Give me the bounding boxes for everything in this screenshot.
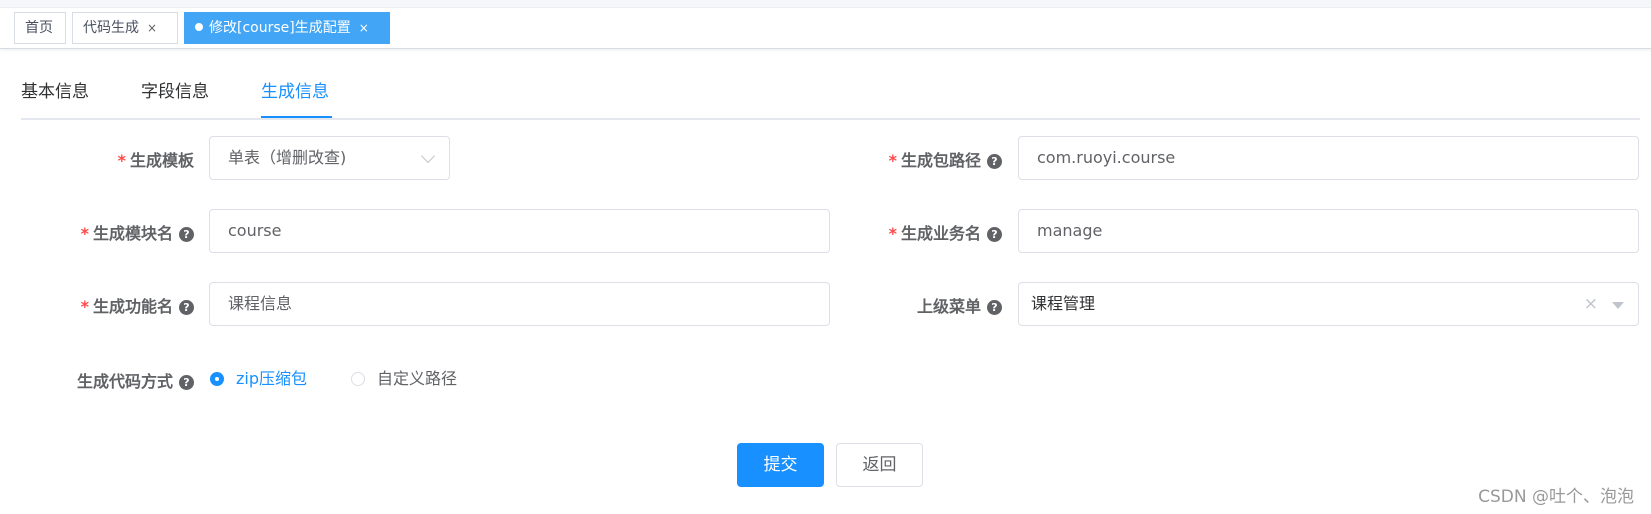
tabs-nav: 基本信息 字段信息 生成信息: [21, 72, 1640, 120]
question-circle-icon[interactable]: ?: [179, 300, 194, 315]
tab-active-indicator: [261, 116, 332, 118]
tab-gen-info[interactable]: 生成信息: [261, 72, 329, 118]
radio-checked-icon: [210, 372, 224, 386]
required-mark: *: [117, 151, 126, 170]
question-circle-icon[interactable]: ?: [987, 300, 1002, 315]
tag-code-gen[interactable]: 代码生成 ×: [72, 12, 178, 44]
parent-menu-value: 课程管理: [1031, 294, 1096, 313]
tag-edit-gen-config-label: 修改[course]生成配置: [209, 20, 351, 36]
tag-close-icon[interactable]: ×: [359, 21, 369, 35]
tab-field-info[interactable]: 字段信息: [141, 72, 209, 118]
tag-home-label: 首页: [25, 20, 53, 36]
back-button[interactable]: 返回: [836, 443, 923, 487]
gen-type-label: 生成代码方式?: [40, 368, 194, 392]
tags-view-bar: 首页 代码生成 × 修改[course]生成配置 ×: [0, 0, 1651, 49]
required-mark: *: [888, 151, 897, 170]
tag-code-gen-label: 代码生成: [83, 20, 139, 36]
radio-zip-label: zip压缩包: [236, 369, 308, 388]
radio-zip[interactable]: zip压缩包: [210, 367, 307, 391]
radio-unchecked-icon: [351, 372, 365, 386]
clear-icon[interactable]: ×: [1584, 283, 1598, 325]
module-name-input[interactable]: course: [209, 209, 830, 253]
question-circle-icon[interactable]: ?: [987, 227, 1002, 242]
radio-custom-path[interactable]: 自定义路径: [351, 367, 457, 391]
function-name-value: 课程信息: [228, 294, 293, 313]
tag-close-icon[interactable]: ×: [147, 21, 157, 35]
module-name-value: course: [228, 221, 282, 240]
tpl-category-label: * 生成模板: [117, 151, 194, 170]
business-name-value: manage: [1037, 221, 1103, 240]
question-circle-icon[interactable]: ?: [179, 227, 194, 242]
tag-home[interactable]: 首页: [14, 12, 66, 44]
required-mark: *: [80, 224, 89, 243]
parent-menu-label: 上级菜单?: [880, 293, 1002, 317]
parent-menu-treeselect[interactable]: 课程管理 ×: [1018, 282, 1639, 326]
active-dot-icon: [195, 23, 203, 31]
function-name-input[interactable]: 课程信息: [209, 282, 830, 326]
question-circle-icon[interactable]: ?: [179, 375, 194, 390]
function-name-label: * 生成功能名?: [40, 293, 194, 317]
package-name-label: * 生成包路径?: [860, 147, 1002, 171]
business-name-label: * 生成业务名?: [860, 220, 1002, 244]
tpl-category-select[interactable]: 单表（增删改查): [209, 136, 450, 180]
watermark-text: CSDN @吐个、泡泡: [1478, 487, 1634, 507]
tag-edit-gen-config[interactable]: 修改[course]生成配置 ×: [184, 12, 390, 44]
caret-down-icon[interactable]: [1612, 302, 1624, 309]
business-name-input[interactable]: manage: [1018, 209, 1639, 253]
tab-basic-info[interactable]: 基本信息: [21, 72, 89, 118]
tpl-category-value: 单表（增删改查): [228, 148, 347, 167]
radio-custom-path-label: 自定义路径: [377, 369, 458, 388]
submit-button[interactable]: 提交: [737, 443, 824, 487]
package-name-input[interactable]: com.ruoyi.course: [1018, 136, 1639, 180]
required-mark: *: [80, 297, 89, 316]
chevron-down-icon: [420, 148, 436, 164]
question-circle-icon[interactable]: ?: [987, 154, 1002, 169]
module-name-label: * 生成模块名?: [40, 220, 194, 244]
package-name-value: com.ruoyi.course: [1037, 148, 1176, 167]
required-mark: *: [888, 224, 897, 243]
